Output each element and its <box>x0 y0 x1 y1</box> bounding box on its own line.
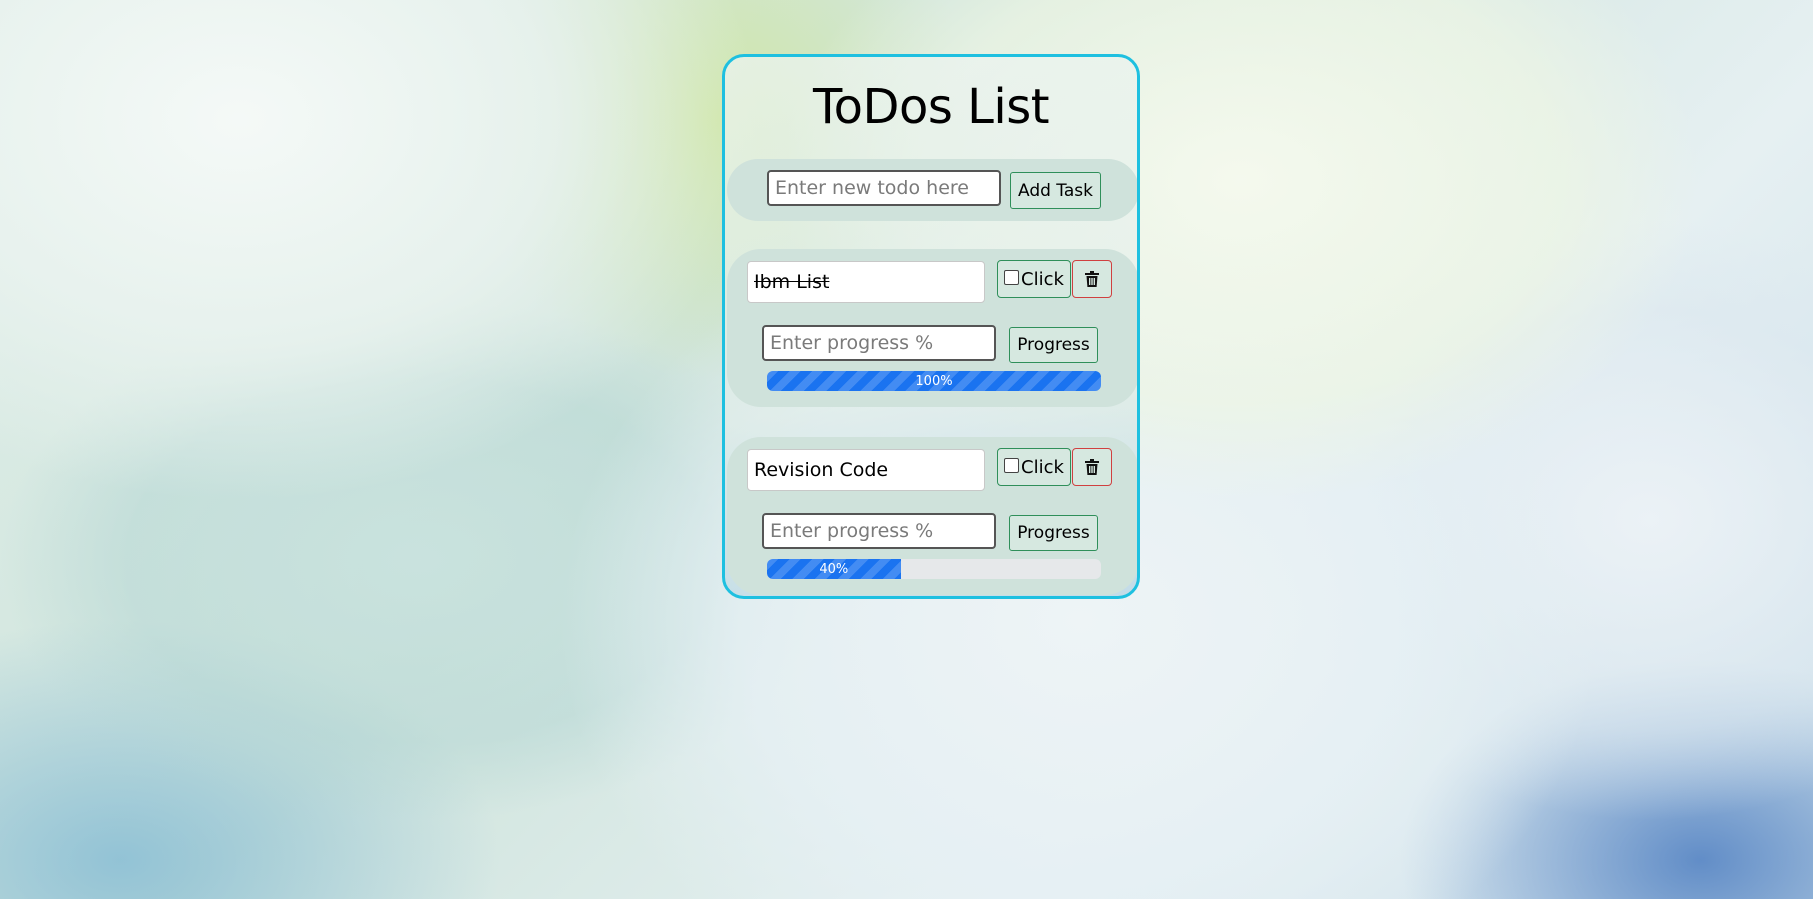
delete-task-button[interactable] <box>1072 260 1112 298</box>
trash-icon <box>1085 271 1099 287</box>
progress-bar: 40% <box>767 559 1101 579</box>
progress-button[interactable]: Progress <box>1009 327 1098 363</box>
task-name-field[interactable]: Revision Code <box>747 449 985 491</box>
progress-button[interactable]: Progress <box>1009 515 1098 551</box>
complete-toggle-button[interactable]: Click <box>997 448 1071 486</box>
complete-toggle-label: Click <box>1021 268 1064 290</box>
task-name-text: Revision Code <box>754 459 889 481</box>
task-item: Ibm List Click Progress 100% <box>727 249 1137 407</box>
task-item: Revision Code Click Progress 40% <box>727 437 1137 595</box>
trash-icon <box>1085 459 1099 475</box>
delete-task-button[interactable] <box>1072 448 1112 486</box>
complete-toggle-label: Click <box>1021 456 1064 478</box>
progress-input[interactable] <box>762 325 996 361</box>
complete-toggle-button[interactable]: Click <box>997 260 1071 298</box>
progress-input[interactable] <box>762 513 996 549</box>
todo-card: ToDos List Add Task Ibm List Click Progr… <box>722 54 1140 599</box>
add-task-bar: Add Task <box>727 159 1137 221</box>
new-todo-input[interactable] <box>767 170 1001 206</box>
page-title: ToDos List <box>812 79 1050 135</box>
complete-checkbox[interactable] <box>1004 269 1020 285</box>
add-task-button[interactable]: Add Task <box>1010 172 1101 209</box>
task-name-text: Ibm List <box>754 271 830 293</box>
progress-bar-fill: 100% <box>767 371 1101 391</box>
complete-checkbox[interactable] <box>1004 457 1020 473</box>
progress-bar-fill: 40% <box>767 559 901 579</box>
progress-bar: 100% <box>767 371 1101 391</box>
task-name-field[interactable]: Ibm List <box>747 261 985 303</box>
